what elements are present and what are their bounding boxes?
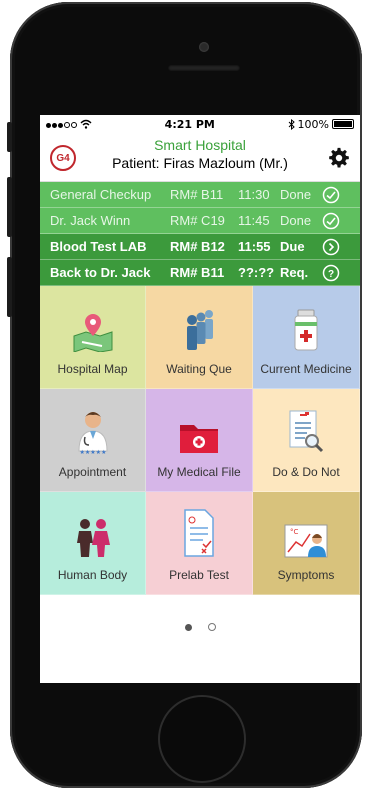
volume-down-button — [7, 257, 12, 317]
medicine-bottle-icon — [294, 309, 318, 351]
battery-icon — [332, 119, 354, 129]
battery: 100% — [288, 118, 354, 131]
feature-grid: Hospital Map Waiting Que Current Medicin… — [40, 286, 360, 595]
schedule-room: RM# B12 — [170, 239, 225, 254]
clock: 4:21 PM — [164, 117, 215, 131]
volume-up-button — [7, 177, 12, 237]
mute-switch — [7, 122, 12, 152]
schedule-list: General Checkup RM# B11 11:30 Done Dr. J… — [40, 182, 360, 286]
tile-prelab-test[interactable]: Prelab Test — [146, 492, 253, 595]
app-title: Smart Hospital — [154, 137, 246, 153]
tile-label: Hospital Map — [57, 362, 128, 376]
tile-my-medical-file[interactable]: My Medical File — [146, 389, 253, 492]
medical-folder-icon — [180, 425, 218, 453]
svg-text:°C: °C — [290, 528, 299, 536]
checklist-search-icon — [289, 410, 324, 453]
schedule-status: Done — [280, 187, 312, 202]
signal-wifi — [46, 118, 92, 131]
tile-label: Human Body — [57, 568, 128, 582]
schedule-status: Due — [280, 239, 305, 254]
schedule-status: Req. — [280, 265, 309, 280]
check-circle-icon — [322, 212, 340, 229]
tile-human-body[interactable]: Human Body — [40, 492, 146, 595]
tile-label: Current Medicine — [260, 362, 352, 376]
app-screen: 4:21 PM 100% G4 Smart Hospital Patient: … — [40, 115, 360, 683]
tile-symptoms[interactable]: °C Symptoms — [253, 492, 360, 595]
tile-current-medicine[interactable]: Current Medicine — [253, 286, 360, 389]
fever-chart-icon: °C — [284, 524, 328, 558]
page-dot — [207, 623, 216, 631]
gear-icon[interactable] — [328, 147, 350, 169]
schedule-time: 11:55 — [238, 239, 271, 254]
schedule-row[interactable]: Back to Dr. Jack RM# B11 ??:?? Req. ? — [40, 260, 360, 286]
question-circle-icon[interactable]: ? — [322, 264, 340, 282]
signal-icon — [46, 118, 78, 131]
svg-text:?: ? — [328, 269, 334, 280]
page-dot-active — [184, 623, 192, 631]
schedule-row[interactable]: Dr. Jack Winn RM# C19 11:45 Done — [40, 208, 360, 234]
wifi-icon — [80, 119, 92, 129]
schedule-name: Dr. Jack Winn — [50, 213, 131, 228]
tile-label: Do & Do Not — [272, 465, 340, 479]
schedule-room: RM# C19 — [170, 213, 225, 228]
tile-label: Symptoms — [277, 568, 335, 582]
schedule-room: RM# B11 — [170, 265, 225, 280]
tile-label: Waiting Que — [166, 362, 232, 376]
schedule-room: RM# B11 — [170, 187, 224, 202]
tile-label: Appointment — [58, 465, 127, 479]
schedule-name: Blood Test LAB — [50, 239, 147, 254]
status-bar: 4:21 PM 100% — [40, 115, 360, 133]
doctor-icon: ★★★★★ — [77, 412, 108, 455]
human-body-icon — [76, 519, 110, 557]
tile-hospital-map[interactable]: Hospital Map — [40, 286, 146, 389]
schedule-time: 11:30 — [238, 187, 270, 202]
tile-waiting-que[interactable]: Waiting Que — [146, 286, 253, 389]
schedule-time: 11:45 — [238, 213, 270, 228]
lab-report-icon — [184, 509, 214, 557]
tile-appointment[interactable]: ★★★★★ Appointment — [40, 389, 146, 492]
bluetooth-icon — [288, 118, 295, 130]
battery-percent: 100% — [297, 117, 329, 131]
schedule-row[interactable]: General Checkup RM# B11 11:30 Done — [40, 182, 360, 208]
tile-label: My Medical File — [157, 465, 241, 479]
map-pin-icon — [73, 314, 112, 352]
tile-do-and-do-not[interactable]: Do & Do Not — [253, 389, 360, 492]
page-indicator[interactable] — [40, 595, 360, 659]
svg-text:★★★★★: ★★★★★ — [79, 449, 106, 455]
schedule-row[interactable]: Blood Test LAB RM# B12 11:55 Due — [40, 234, 360, 260]
patient-name: Patient: Firas Mazloum (Mr.) — [112, 155, 288, 171]
schedule-time: ??:?? — [238, 265, 275, 280]
schedule-status: Done — [280, 213, 312, 228]
schedule-name: Back to Dr. Jack — [50, 265, 151, 280]
home-button[interactable] — [158, 695, 246, 783]
schedule-name: General Checkup — [50, 187, 152, 202]
chevron-circle-icon[interactable] — [322, 238, 340, 256]
tile-label: Prelab Test — [169, 568, 229, 582]
earpiece-speaker — [168, 65, 240, 71]
front-camera — [199, 42, 209, 52]
people-queue-icon — [187, 310, 213, 350]
app-header: G4 Smart Hospital Patient: Firas Mazloum… — [40, 133, 360, 182]
check-circle-icon — [322, 186, 340, 203]
